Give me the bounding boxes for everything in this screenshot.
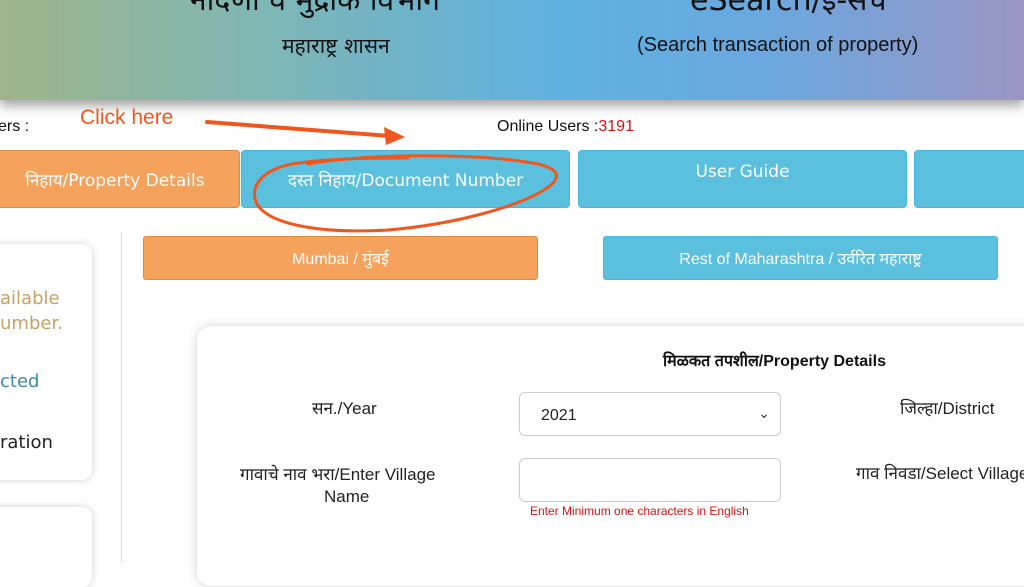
- click-here-annotation: Click here: [80, 106, 174, 129]
- rest-of-maharashtra-label: Rest of Maharashtra / उर्वरित महाराष्ट्र: [679, 251, 922, 268]
- online-users-count: 3191: [598, 118, 634, 135]
- mumbai-button[interactable]: Mumbai / मुंबई: [143, 236, 538, 280]
- village-name-input[interactable]: [519, 458, 781, 502]
- form-title: मिळकत तपशील/Property Details: [663, 353, 886, 370]
- site-header: नोंदणी व मुद्रांक विभाग महाराष्ट्र शासन …: [0, 0, 1024, 100]
- property-details-form: [197, 326, 1024, 586]
- rest-of-maharashtra-button[interactable]: Rest of Maharashtra / उर्वरित महाराष्ट्र: [603, 236, 998, 280]
- tab-next[interactable]: [914, 150, 1024, 208]
- annotation-circle-icon: [253, 154, 558, 233]
- department-title: नोंदणी व मुद्रांक विभाग: [190, 0, 440, 18]
- annotation-arrow-icon: [205, 120, 405, 145]
- tab-property-details[interactable]: निहाय/Property Details: [0, 150, 240, 208]
- village-input-hint: Enter Minimum one characters in English: [530, 504, 749, 518]
- info-card-secondary: [0, 507, 92, 587]
- year-label: सन./Year: [312, 399, 377, 418]
- chevron-down-icon: ⌄: [758, 405, 770, 421]
- sidebar-text-selected: cted: [0, 371, 40, 392]
- government-name: महाराष्ट्र शासन: [282, 34, 390, 58]
- village-label-line2: Name: [324, 487, 370, 506]
- tab-property-details-label: निहाय/Property Details: [25, 170, 205, 191]
- village-label-line1: गावाचे नाव भरा/Enter Village: [240, 465, 436, 484]
- year-selected-value: 2021: [541, 407, 577, 424]
- users-label: ers :: [0, 118, 30, 135]
- user-guide-label: User Guide: [695, 162, 790, 182]
- sidebar-text-available: ailable: [0, 288, 60, 309]
- user-guide-button[interactable]: User Guide: [578, 150, 907, 208]
- service-tagline: (Search transaction of property): [637, 34, 919, 56]
- select-village-label: गाव निवडा/Select Village: [856, 464, 1024, 483]
- vertical-divider: [121, 232, 122, 563]
- service-title: eSearch/ई-सर्च: [690, 0, 887, 18]
- sidebar-text-registration: ration: [0, 432, 53, 453]
- sidebar-text-number: umber.: [0, 313, 63, 334]
- year-select[interactable]: 2021 ⌄: [519, 392, 781, 436]
- mumbai-label: Mumbai / मुंबई: [292, 251, 389, 268]
- online-users: Online Users :3191: [497, 118, 634, 136]
- online-users-label: Online Users :: [497, 118, 599, 135]
- district-label: जिल्हा/District: [900, 399, 995, 418]
